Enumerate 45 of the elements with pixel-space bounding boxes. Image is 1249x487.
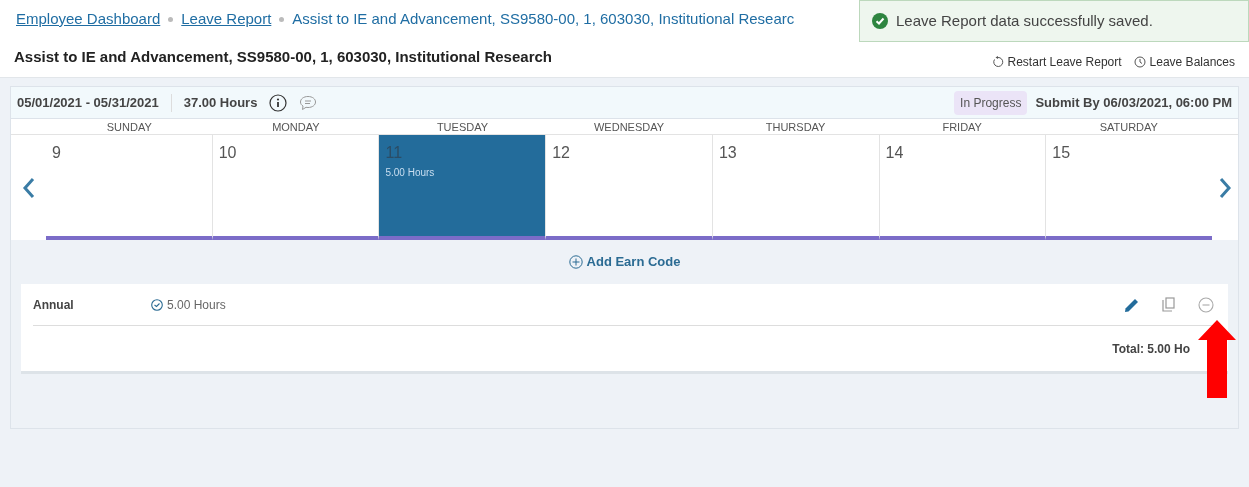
status-badge: In Progress: [954, 90, 1028, 115]
calendar-day[interactable]: 13: [711, 135, 879, 240]
breadcrumb-current: Assist to IE and Advancement, SS9580-00, 1, 603030, Institutional Researc: [292, 8, 795, 29]
header-action-link[interactable]: Leave Balances: [1133, 52, 1235, 71]
submit-deadline: Submit By 06/03/2021, 06:00 PM: [1035, 93, 1232, 112]
add-earn-code-button[interactable]: Add Earn Code: [568, 252, 681, 272]
day-number: 12: [552, 143, 571, 163]
previous-week-button[interactable]: [21, 176, 36, 199]
calendar-day[interactable]: 15: [1045, 135, 1213, 240]
weekday-header: WEDNESDAY: [592, 120, 666, 134]
weekday-header: SUNDAY: [105, 120, 153, 134]
earn-code-hours: 5.00 Hours: [167, 296, 227, 314]
weekday-header: THURSDAY: [764, 120, 827, 134]
weekday-header: MONDAY: [271, 120, 321, 134]
next-week-button[interactable]: [1218, 176, 1232, 199]
day-number: 13: [718, 143, 738, 163]
total-hours-label: Total: 5.00 Ho: [1112, 340, 1190, 358]
breadcrumb-link[interactable]: Employee Dashboard: [16, 7, 161, 31]
comment-icon[interactable]: [299, 94, 318, 111]
restart-icon: [991, 55, 1004, 68]
weekday-header: TUESDAY: [435, 120, 489, 134]
toast-message: Leave Report data successfully saved.: [896, 10, 1153, 31]
calendar-day[interactable]: 12: [545, 135, 712, 240]
day-number: 14: [885, 143, 905, 163]
total-hours: 37.00 Hours: [183, 93, 258, 112]
history-icon: [1133, 55, 1146, 68]
plus-circle-icon: [568, 255, 583, 269]
pay-period-range: 05/01/2021 - 05/31/2021: [17, 93, 159, 112]
day-number: 9: [52, 143, 62, 163]
calendar-day[interactable]: 14: [878, 135, 1046, 240]
earn-code-name: Annual: [33, 296, 75, 314]
breadcrumb-separator: [279, 16, 285, 22]
header-action-link[interactable]: Restart Leave Report: [991, 52, 1122, 71]
weekday-header: SATURDAY: [1098, 120, 1159, 134]
weekday-header: FRIDAY: [941, 120, 983, 134]
day-number: 15: [1052, 143, 1072, 163]
check-circle-icon: [872, 13, 888, 29]
day-hours-entry: 5.00 Hours: [385, 166, 436, 180]
calendar-day[interactable]: 10: [211, 135, 379, 240]
breadcrumb-separator: [168, 16, 174, 22]
info-icon[interactable]: [269, 93, 288, 112]
page-title: Assist to IE and Advancement, SS9580-00, 1, 603030, Institutional Research: [14, 47, 552, 68]
day-number: 10: [218, 143, 238, 163]
breadcrumb-link[interactable]: Leave Report: [181, 7, 272, 31]
edit-pencil-icon[interactable]: [1124, 296, 1140, 313]
